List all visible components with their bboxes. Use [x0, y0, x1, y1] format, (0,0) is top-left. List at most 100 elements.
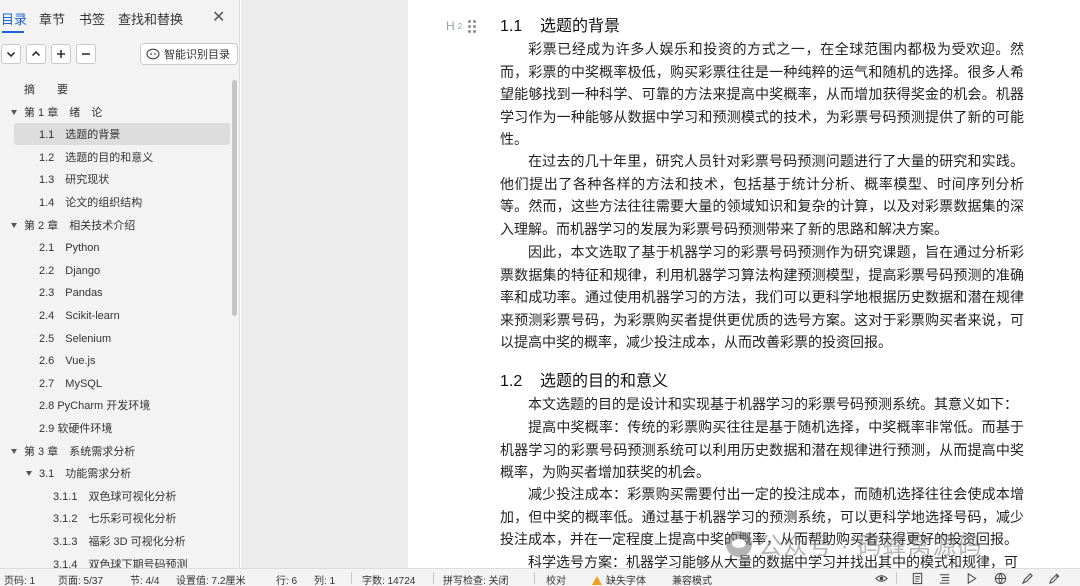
toc-item[interactable]: 2.4 Scikit-learn	[0, 304, 232, 326]
status-section[interactable]: 节: 4/4	[130, 572, 159, 586]
toc-item[interactable]: 2.3 Pandas	[0, 281, 232, 303]
toc-item-label: 2.4 Scikit-learn	[39, 310, 120, 322]
toc-item[interactable]: 第 3 章 系统需求分析	[0, 440, 232, 462]
toc-item-label: 摘 要	[24, 84, 68, 96]
toc-item[interactable]: 2.5 Selenium	[0, 327, 232, 349]
toc-item-label: 2.6 Vue.js	[39, 355, 96, 368]
expand-arrow-icon[interactable]	[26, 471, 32, 477]
eye-icon[interactable]	[874, 571, 888, 585]
toc-item[interactable]: 1.4 论文的组织结构	[0, 191, 232, 213]
toc-item[interactable]: 1.1 选题的背景	[0, 123, 232, 146]
section-title: 选题的目的和意义	[540, 373, 669, 390]
toc-item[interactable]: 2.1 Python	[0, 236, 232, 258]
toc-item[interactable]: 第 1 章 绪 论	[0, 101, 232, 123]
web-layout-icon[interactable]	[993, 571, 1007, 585]
divider	[534, 572, 535, 584]
toc-scrollbar[interactable]	[232, 80, 237, 316]
toc-item-label: 第 1 章 绪 论	[24, 106, 103, 119]
toc-toolbar: 智能识别目录	[0, 43, 240, 68]
toc-item[interactable]: 2.9 软硬件环境	[0, 417, 232, 439]
status-setting[interactable]: 设置值: 7.2厘米	[176, 572, 245, 586]
collapse-down-button[interactable]	[1, 44, 21, 64]
status-compat-mode[interactable]: 兼容模式	[672, 572, 712, 586]
tab-chapters[interactable]: 章节	[39, 9, 65, 28]
close-icon[interactable]: ✕	[212, 7, 225, 27]
expand-arrow-icon[interactable]	[11, 222, 17, 228]
status-spell-check[interactable]: 拼写检查: 关闭	[443, 572, 509, 586]
smart-toc-label: 智能识别目录	[164, 49, 230, 61]
toc-item-label: 1.1 选题的背景	[39, 129, 121, 142]
status-bar: 页码: 1 页面: 5/37 节: 4/4 设置值: 7.2厘米 行: 6 列:…	[0, 568, 1080, 586]
page-view-icon[interactable]	[910, 571, 924, 585]
heading-level-marker[interactable]: H2	[446, 19, 477, 33]
toc-item[interactable]: 3.1.2 七乐彩可视化分析	[0, 507, 232, 529]
drag-handle-icon[interactable]	[468, 19, 477, 33]
toc-item-label: 1.2 选题的目的和意义	[39, 151, 154, 164]
toc-item-label: 3.1.2 七乐彩可视化分析	[53, 513, 177, 526]
tab-find-replace[interactable]: 查找和替换	[118, 9, 183, 28]
active-tab-indicator	[2, 31, 24, 33]
collapse-level-button[interactable]	[76, 44, 96, 64]
toc-item[interactable]: 第 2 章 相关技术介绍	[0, 214, 232, 236]
toc-item-label: 3.1.4 双色球下期号码预测	[53, 558, 188, 568]
document-area: H2 1.1 选题的背景 彩票已经成为许多人娱乐和投资的方式之一，在全球范围内都极…	[241, 0, 1080, 568]
warning-icon	[592, 576, 602, 585]
status-row[interactable]: 行: 6	[276, 572, 297, 586]
heading-marker-level: 2	[457, 21, 463, 31]
toc-item-label: 3.1.3 福彩 3D 可视化分析	[53, 536, 186, 548]
ai-chat-icon	[146, 48, 160, 60]
toc-item[interactable]: 1.2 选题的目的和意义	[0, 146, 232, 168]
toc-item-label: 2.8 PyCharm 开发环境	[39, 400, 151, 413]
toc-item[interactable]: 2.6 Vue.js	[0, 349, 232, 371]
write-mode-icon[interactable]	[1020, 571, 1034, 585]
section-heading: 1.1 选题的背景	[500, 12, 620, 36]
toc-item[interactable]: 3.1.4 双色球下期号码预测	[0, 553, 232, 568]
missing-font-label: 缺失字体	[606, 576, 646, 586]
toc-item-label: 1.4 论文的组织结构	[39, 197, 143, 209]
tab-bookmarks[interactable]: 书签	[79, 9, 105, 28]
status-word-count[interactable]: 字数: 14724	[362, 572, 415, 586]
watermark: 公众号 · 码蜂窝源码	[726, 526, 982, 561]
toc-item[interactable]: 2.2 Django	[0, 259, 232, 281]
chevron-up-icon	[31, 50, 41, 57]
toc-item[interactable]: 3.1.3 福彩 3D 可视化分析	[0, 530, 232, 552]
status-column[interactable]: 列: 1	[314, 572, 335, 586]
toc-item-label: 1.3 研究现状	[39, 174, 110, 187]
status-proofread[interactable]: 校对	[546, 572, 566, 586]
toc-item-label: 2.7 MySQL	[39, 377, 102, 390]
outline-view-icon[interactable]	[937, 571, 951, 585]
toc-item[interactable]: 3.1 功能需求分析	[0, 462, 232, 484]
tab-toc[interactable]: 目录	[1, 9, 27, 28]
chevron-down-icon	[6, 51, 16, 58]
toc-list: 摘 要第 1 章 绪 论 1.1 选题的背景 1.2 选题的目的和意义 1.3 研究现…	[0, 78, 234, 568]
play-icon[interactable]	[964, 571, 978, 585]
toc-item-label: 第 2 章 相关技术介绍	[24, 219, 136, 232]
document-page[interactable]: H2 1.1 选题的背景 彩票已经成为许多人娱乐和投资的方式之一，在全球范围内都极…	[408, 0, 1080, 568]
toc-item[interactable]: 3.1.1 双色球可视化分析	[0, 485, 232, 507]
section-heading: 1.2 选题的目的和意义	[500, 367, 668, 391]
collapse-up-button[interactable]	[26, 44, 46, 64]
smart-toc-button[interactable]: 智能识别目录	[140, 43, 238, 65]
status-page-code[interactable]: 页码: 1	[4, 572, 35, 586]
expand-arrow-icon[interactable]	[11, 448, 17, 454]
toc-item-label: 2.2 Django	[39, 264, 101, 277]
paragraph: 因此，本文选取了基于机器学习的彩票号码预测作为研究课题，旨在通过分析彩票数据集的…	[500, 246, 1024, 352]
divider	[896, 572, 897, 584]
toc-item[interactable]: 2.8 PyCharm 开发环境	[0, 394, 232, 416]
divider	[433, 572, 434, 584]
pen-icon[interactable]	[1047, 571, 1061, 585]
expand-level-button[interactable]	[51, 44, 71, 64]
status-missing-font[interactable]: 缺失字体	[592, 572, 646, 586]
toc-item[interactable]: 1.3 研究现状	[0, 168, 232, 190]
toc-item-label: 2.1 Python	[39, 242, 100, 255]
section-title: 选题的背景	[540, 18, 621, 35]
expand-arrow-icon[interactable]	[11, 109, 17, 115]
toc-item[interactable]: 摘 要	[0, 78, 232, 100]
navigation-tabs: 目录 章节 书签 查找和替换 ✕	[0, 0, 240, 38]
heading-marker-h: H	[446, 19, 455, 33]
toc-item[interactable]: 2.7 MySQL	[0, 372, 232, 394]
toc-item-label: 2.5 Selenium	[39, 332, 112, 345]
status-page[interactable]: 页面: 5/37	[58, 572, 103, 586]
toc-item-label: 2.9 软硬件环境	[39, 423, 113, 435]
section-number: 1.2	[500, 373, 523, 390]
